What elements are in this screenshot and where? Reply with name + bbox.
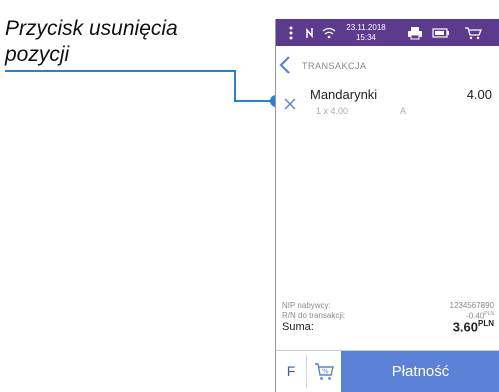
callout-connector-vertical (234, 70, 236, 102)
status-date: 23.11.2018 (346, 23, 386, 32)
callout-connector-horizontal (234, 100, 274, 102)
printer-icon (406, 19, 424, 46)
total-label: Suma: (282, 321, 314, 333)
cart-icon (462, 19, 484, 46)
status-bar: 23.11.2018 15:34 (276, 19, 499, 46)
nip-label: NIP nabywcy: (282, 301, 331, 310)
more-vert-icon[interactable] (284, 19, 298, 46)
status-datetime: 23.11.2018 15:34 (336, 23, 396, 43)
item-price: 4.00 (466, 87, 492, 102)
f-button[interactable]: F (276, 351, 306, 392)
device-screen: 23.11.2018 15:34 TRANSAKCJA Mandarynki 1… (275, 19, 499, 392)
status-time: 15:34 (355, 33, 377, 42)
item-quantity: 1 x 4.00 (316, 106, 349, 116)
cart-percent-icon: % (315, 363, 334, 380)
back-arrow-icon[interactable] (279, 55, 291, 80)
nfc-icon (303, 19, 317, 46)
total-currency: PLN (478, 319, 494, 328)
payment-button[interactable]: Płatność (341, 351, 499, 392)
rn-label: R/N do transakcji: (282, 311, 346, 320)
total-value: 3.60 (452, 319, 478, 335)
callout-underline (5, 70, 235, 72)
callout-label: Przycisk usunięcia pozycji (5, 17, 178, 66)
delete-item-button[interactable] (283, 97, 297, 111)
close-icon (284, 98, 296, 110)
total-row: Suma: 3.60PLN (282, 319, 494, 334)
nip-value: 1234567890 (449, 301, 495, 310)
rn-currency: PLN (484, 311, 494, 317)
item-vat-rate: A (400, 106, 407, 116)
screen-title: TRANSAKCJA (302, 61, 367, 71)
nip-row: NIP nabywcy: 1234567890 (282, 301, 494, 310)
cart-discount-button[interactable]: % (307, 351, 340, 392)
item-name: Mandarynki (310, 87, 378, 102)
wifi-icon (321, 19, 337, 46)
battery-icon (431, 19, 451, 46)
total-amount: 3.60PLN (453, 319, 494, 334)
svg-text:%: % (322, 368, 329, 376)
